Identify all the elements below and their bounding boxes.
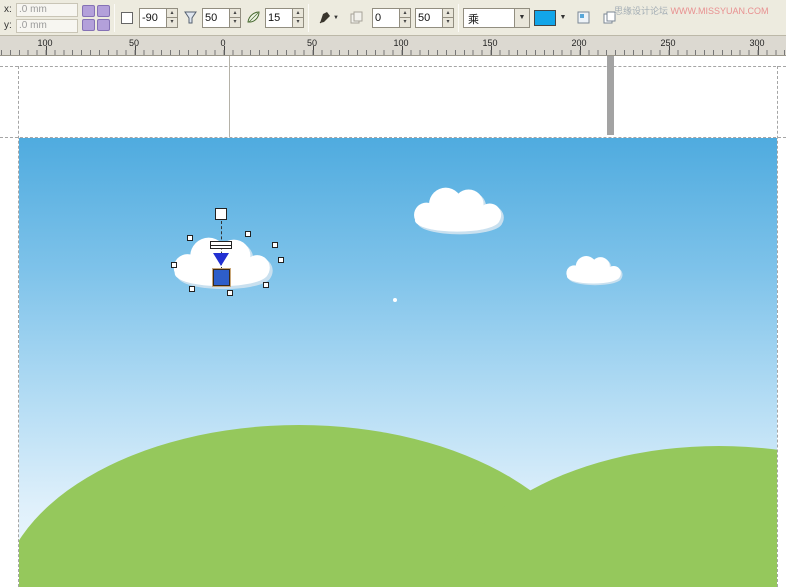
edit-transparency-button[interactable]: ▼ [313, 7, 342, 29]
ruler-label: 0 [220, 38, 226, 48]
workspace[interactable] [0, 56, 786, 587]
micro-button-4[interactable] [97, 18, 110, 31]
transparency-midpoint-slider[interactable] [210, 241, 232, 249]
feather-input[interactable] [265, 7, 293, 28]
angle-spinner: ▴ ▾ [139, 7, 178, 28]
spin-down-button[interactable]: ▾ [442, 18, 454, 28]
start-transparency-input[interactable] [371, 7, 400, 28]
ruler-label: 250 [660, 38, 676, 48]
selection-handle[interactable] [187, 235, 193, 241]
ruler-label: 300 [749, 38, 765, 48]
drawing-scene [19, 187, 777, 587]
micro-buttons [82, 4, 110, 31]
freeze-transparency-button[interactable] [573, 7, 595, 29]
ruler-label: 150 [482, 38, 498, 48]
transparency-end-handle[interactable] [213, 269, 230, 286]
guideline[interactable] [229, 56, 230, 137]
micro-button-2[interactable] [97, 4, 110, 17]
merge-mode-dropdown[interactable]: 乘 ▼ [462, 7, 530, 28]
watermark: 思缘设计论坛 WWW.MISSYUAN.COM [614, 4, 769, 17]
bleed-boundary-top [0, 66, 786, 67]
ruler-label: 200 [571, 38, 587, 48]
copy-properties-button[interactable] [346, 7, 368, 29]
y-position-field[interactable]: .0 mm [16, 18, 78, 33]
color-swatch[interactable] [533, 9, 556, 26]
chevron-down-icon[interactable]: ▼ [557, 14, 569, 21]
ruler-label: 50 [128, 38, 140, 48]
guideline-thick[interactable] [607, 56, 614, 135]
selection-handle[interactable] [263, 282, 269, 288]
angle-input[interactable] [139, 7, 167, 28]
watermark-url: WWW.MISSYUAN.COM [670, 6, 769, 16]
end-transparency-spinner: ▴ ▾ [414, 7, 454, 28]
selection-handle[interactable] [171, 262, 177, 268]
midpoint-input[interactable] [202, 7, 230, 28]
property-bar: x: .0 mm y: .0 mm ▴ ▾ [0, 0, 786, 36]
end-transparency-input[interactable] [414, 7, 443, 28]
x-label: x: [4, 4, 12, 15]
x-position-field[interactable]: .0 mm [16, 2, 78, 17]
spin-up-button[interactable]: ▴ [442, 7, 454, 18]
selection-handle[interactable] [278, 257, 284, 263]
page-canvas[interactable] [19, 138, 777, 587]
freeze-icon [576, 10, 592, 26]
spin-up-button[interactable]: ▴ [230, 7, 241, 18]
micro-button-1[interactable] [82, 4, 95, 17]
white-dot [393, 298, 397, 302]
spin-down-button[interactable]: ▾ [167, 18, 178, 28]
object-position-panel: x: .0 mm y: .0 mm [4, 2, 78, 33]
spin-up-button[interactable]: ▴ [167, 7, 178, 18]
spin-down-button[interactable]: ▾ [230, 18, 241, 28]
midpoint-spinner: ▴ ▾ [202, 7, 241, 28]
spin-up-button[interactable]: ▴ [399, 7, 411, 18]
chevron-down-icon[interactable]: ▼ [514, 7, 530, 28]
selection-handle[interactable] [272, 242, 278, 248]
transparency-arrow[interactable] [213, 253, 229, 266]
funnel-icon [182, 10, 198, 26]
start-transparency-spinner: ▴ ▾ [371, 7, 411, 28]
leaf-icon [245, 10, 261, 26]
transparency-start-handle[interactable] [215, 208, 227, 220]
transparency-type-icon [119, 10, 135, 26]
chevron-down-icon: ▼ [333, 14, 339, 21]
ruler-label: 100 [393, 38, 409, 48]
color-picker[interactable]: ▼ [533, 8, 569, 28]
separator [308, 3, 309, 32]
horizontal-ruler[interactable]: 100 50 0 50 100 150 200 250 300 [0, 36, 786, 56]
micro-button-3[interactable] [82, 18, 95, 31]
watermark-text: 思缘设计论坛 [614, 6, 669, 16]
separator [457, 3, 459, 32]
spin-down-button[interactable]: ▾ [293, 18, 304, 28]
cloud-small[interactable] [566, 256, 623, 286]
pen-icon [316, 10, 332, 26]
spin-up-button[interactable]: ▴ [293, 7, 304, 18]
separator [114, 3, 115, 32]
copy-icon [349, 10, 365, 26]
ruler-label: 50 [306, 38, 318, 48]
selection-handle[interactable] [245, 231, 251, 237]
cloud-large[interactable] [414, 187, 504, 235]
spin-down-button[interactable]: ▾ [399, 18, 411, 28]
selection-handle[interactable] [189, 286, 195, 292]
merge-mode-value: 乘 [462, 7, 515, 28]
page-boundary-right [777, 66, 778, 587]
y-label: y: [4, 20, 12, 31]
ruler-label: 100 [37, 38, 53, 48]
feather-spinner: ▴ ▾ [265, 7, 304, 28]
selection-handle[interactable] [227, 290, 233, 296]
